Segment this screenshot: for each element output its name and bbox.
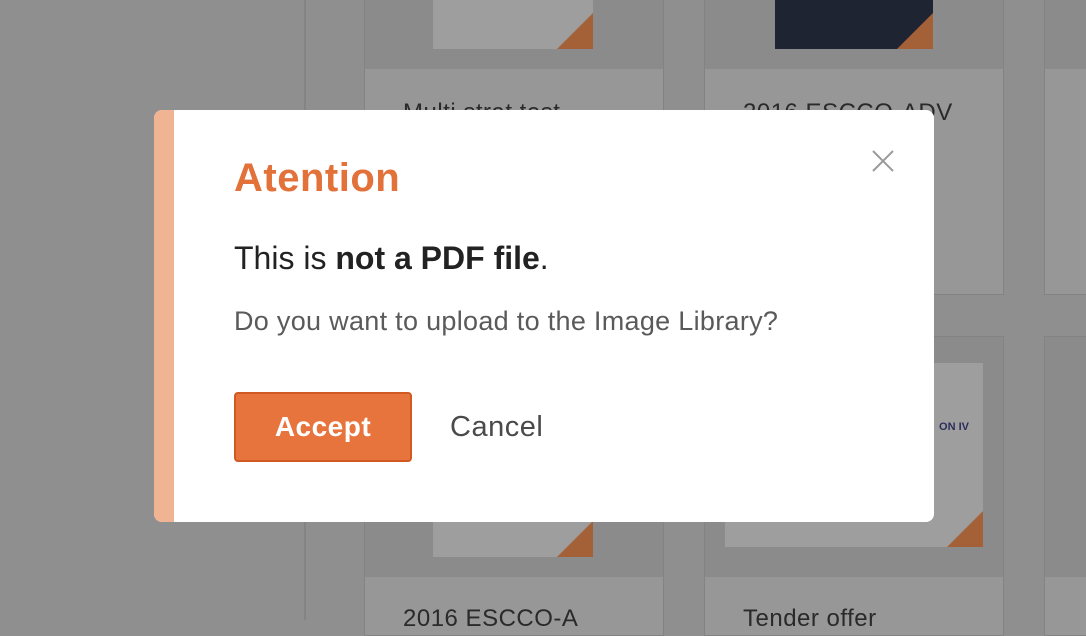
document-thumbnail — [433, 0, 593, 49]
attention-dialog: Atention This is not a PDF file. Do you … — [154, 110, 934, 522]
card-title: 2016 ESCCO-A — [403, 605, 579, 632]
document-logo-text: ON IV — [939, 421, 969, 433]
document-card[interactable] — [1044, 0, 1086, 295]
message-prefix: This is — [234, 240, 336, 276]
document-thumbnail — [775, 0, 933, 49]
dialog-question: Do you want to upload to the Image Libra… — [234, 306, 779, 336]
document-card[interactable] — [1044, 336, 1086, 636]
close-button[interactable] — [868, 146, 898, 176]
dialog-accent-bar — [154, 110, 174, 522]
cancel-button[interactable]: Cancel — [450, 392, 543, 462]
close-icon — [872, 150, 894, 172]
message-emphasis: not a PDF file — [335, 240, 540, 276]
dialog-title: Atention — [234, 156, 401, 200]
accept-button[interactable]: Accept — [234, 392, 412, 462]
dialog-message: This is not a PDF file. — [234, 240, 549, 277]
card-title: Tender offer — [743, 605, 877, 632]
message-suffix: . — [539, 240, 549, 276]
